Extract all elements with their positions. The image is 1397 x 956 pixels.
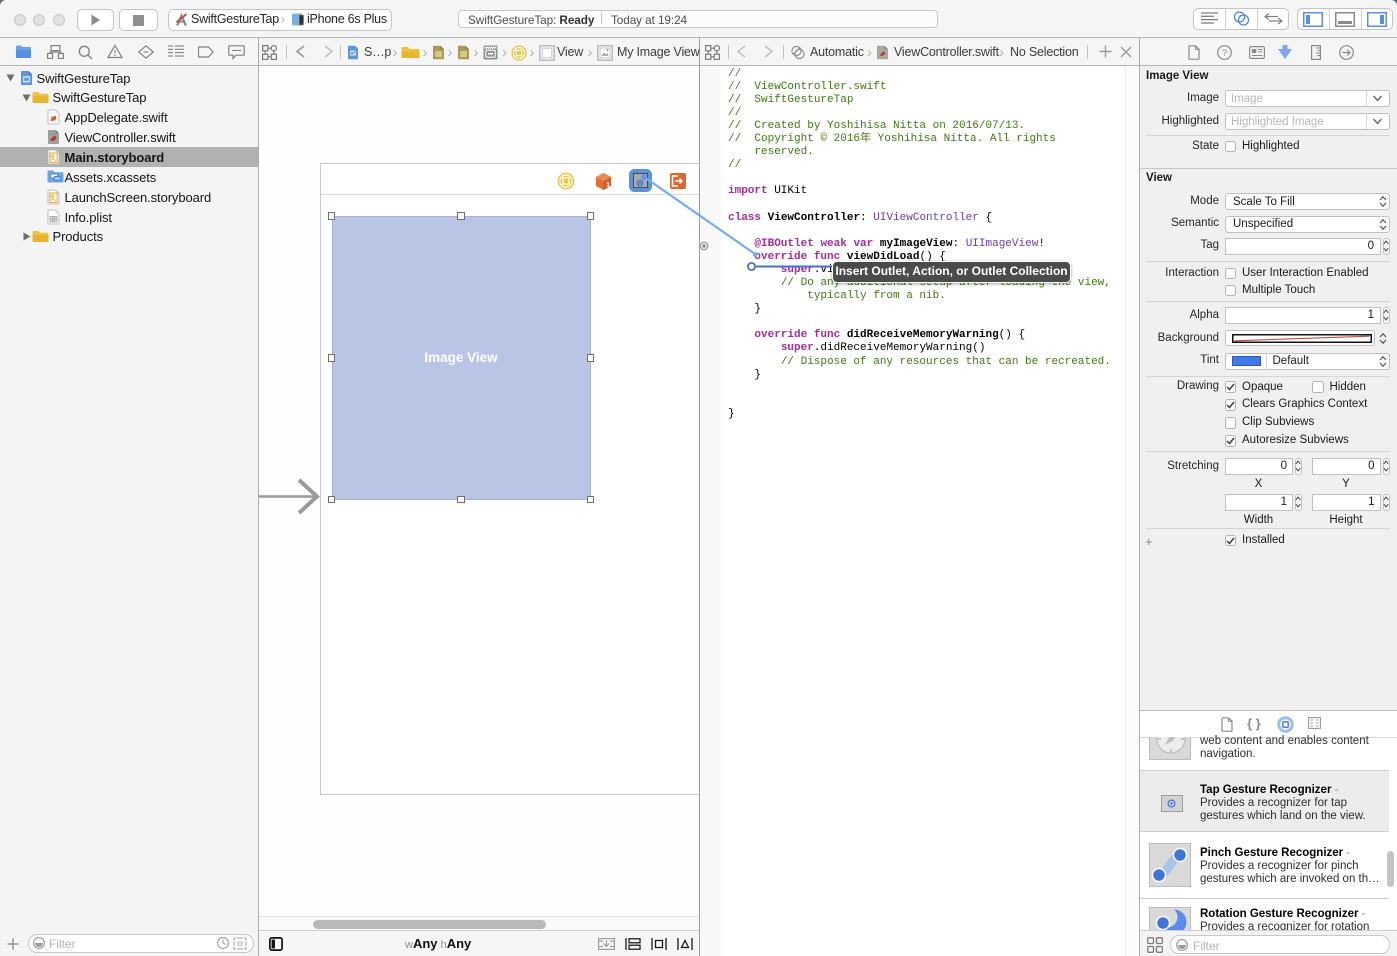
svg-text:?: ? xyxy=(1222,48,1227,59)
svg-text:1: 1 xyxy=(606,180,610,189)
